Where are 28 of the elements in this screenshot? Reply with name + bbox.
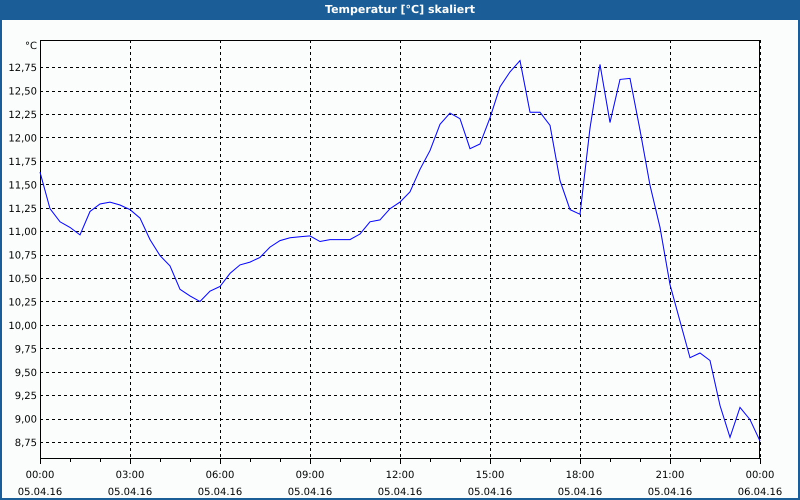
x-axis-label: 18:00 05.04.16 [558, 470, 602, 498]
x-axis-label: 15:00 05.04.16 [468, 470, 512, 498]
window-title: Temperatur [°C] skaliert [325, 2, 475, 18]
y-axis-label: 10,50 [8, 274, 37, 286]
y-axis-label: 9,25 [14, 391, 37, 402]
y-axis-label: 12,50 [8, 86, 37, 98]
y-axis-label: 11,25 [8, 204, 37, 215]
x-axis-label: 00:00 05.04.16 [18, 470, 62, 498]
y-axis-label: 10,25 [8, 297, 37, 308]
y-axis-label: 9,00 [14, 414, 37, 426]
y-axis-label: 11,00 [8, 227, 37, 238]
y-axis-label: 12,25 [8, 110, 37, 122]
y-axis-label: 11,50 [8, 180, 37, 192]
x-axis-label: 06:00 05.04.16 [198, 470, 242, 498]
x-axis-label: 00:00 06.04.16 [738, 470, 782, 498]
y-axis-label: 12,75 [8, 63, 37, 74]
y-axis-label: 10,00 [8, 320, 37, 332]
x-axis-label: 12:00 05.04.16 [378, 470, 422, 498]
x-axis-label: 03:00 05.04.16 [108, 470, 152, 498]
y-axis-label: 10,75 [8, 250, 37, 262]
y-axis-label: 8,75 [14, 438, 37, 450]
x-axis-label: 21:00 05.04.16 [648, 470, 692, 498]
y-axis-label: 9,50 [14, 368, 37, 379]
y-axis-label: 12,00 [8, 133, 37, 144]
axis-unit-label: °C [25, 41, 37, 52]
y-axis-label: 11,75 [8, 156, 37, 168]
y-axis-label: 9,75 [14, 344, 37, 356]
x-axis-label: 09:00 05.04.16 [288, 470, 332, 498]
